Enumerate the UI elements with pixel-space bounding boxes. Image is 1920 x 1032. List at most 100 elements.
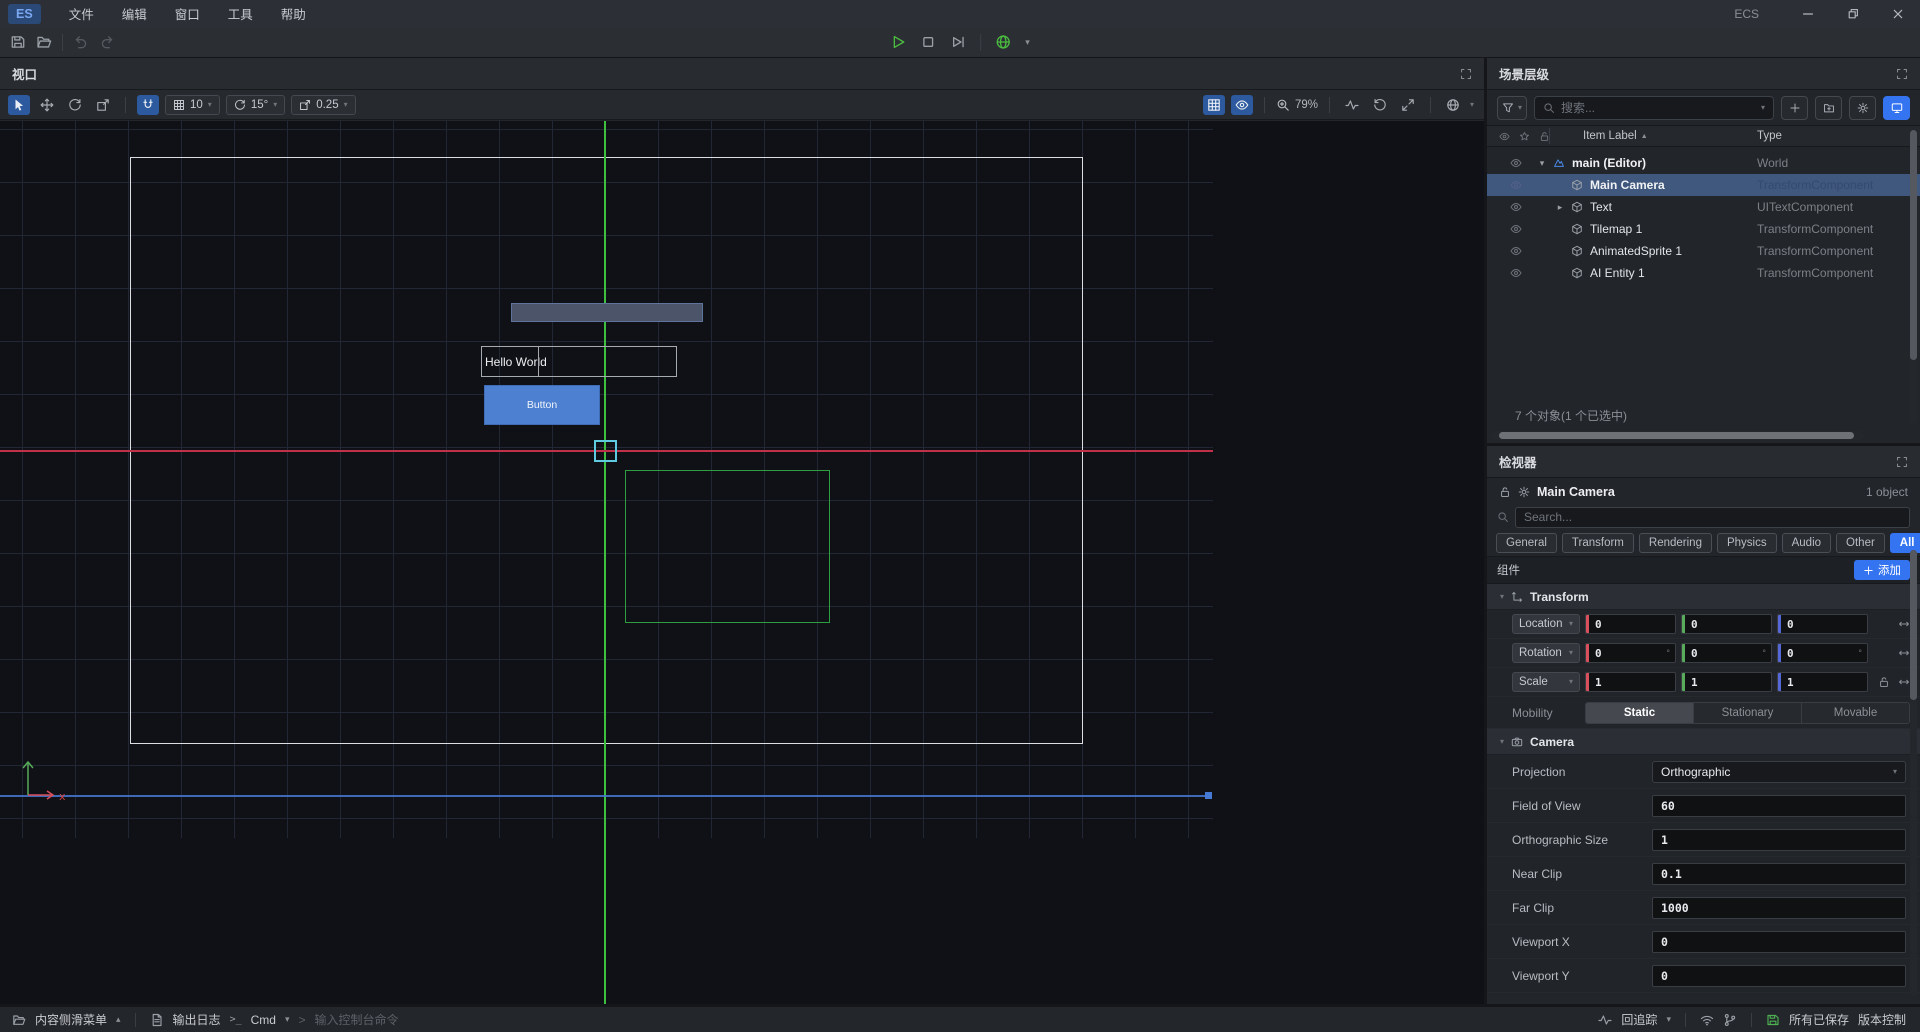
mobility-option-static[interactable]: Static bbox=[1586, 703, 1693, 723]
zoom-control[interactable]: 79% bbox=[1276, 98, 1318, 112]
inspector-vertical-scrollbar[interactable] bbox=[1910, 550, 1917, 996]
visibility-eye-icon[interactable] bbox=[1509, 201, 1523, 213]
app-logo[interactable]: ES bbox=[8, 4, 41, 24]
add-entity-button[interactable] bbox=[1781, 96, 1808, 120]
tab-rendering[interactable]: Rendering bbox=[1639, 533, 1712, 553]
close-button[interactable] bbox=[1875, 0, 1920, 27]
fullscreen-button[interactable] bbox=[1397, 95, 1419, 115]
expand-chevron-icon[interactable]: ▾ bbox=[1535, 158, 1549, 169]
cmd-label[interactable]: Cmd bbox=[251, 1013, 276, 1027]
far-clip-input[interactable]: 1000 bbox=[1652, 897, 1906, 919]
content-drawer-icon[interactable] bbox=[12, 1013, 26, 1027]
menu--[interactable]: 编辑 bbox=[108, 4, 161, 23]
visibility-column-icon[interactable] bbox=[1499, 131, 1510, 142]
branch-icon[interactable] bbox=[1723, 1013, 1737, 1027]
visibility-eye-icon[interactable] bbox=[1509, 223, 1523, 235]
scale-snap-dropdown[interactable]: 0.25 ▾ bbox=[291, 95, 355, 115]
rotation-dropdown[interactable]: Rotation▾ bbox=[1512, 643, 1580, 663]
hierarchy-row[interactable]: Main CameraTransformComponent bbox=[1487, 174, 1920, 196]
expand-panel-icon[interactable] bbox=[1460, 68, 1472, 80]
text-entity[interactable]: Hello World bbox=[481, 346, 677, 377]
version-control-label[interactable]: 版本控制 bbox=[1858, 1011, 1906, 1028]
expand-panel-icon[interactable] bbox=[1896, 456, 1908, 468]
tilemap-bounds-rect[interactable] bbox=[625, 470, 830, 623]
item-label-column[interactable]: Item Label ▲ bbox=[1583, 130, 1648, 142]
location-z-input[interactable]: 0 bbox=[1777, 614, 1868, 634]
rotation-snap-dropdown[interactable]: 15° ▾ bbox=[226, 95, 285, 115]
field-of-view-input[interactable]: 60 bbox=[1652, 795, 1906, 817]
viewport-x-input[interactable]: 0 bbox=[1652, 931, 1906, 953]
hierarchy-row[interactable]: AnimatedSprite 1TransformComponent bbox=[1487, 240, 1920, 262]
lock-inspector-icon[interactable] bbox=[1499, 486, 1511, 498]
snap-toggle-button[interactable] bbox=[137, 95, 159, 115]
tab-all[interactable]: All bbox=[1890, 533, 1920, 553]
scrollbar-thumb[interactable] bbox=[1910, 550, 1917, 700]
world-options-button[interactable] bbox=[1442, 95, 1464, 115]
object-settings-icon[interactable] bbox=[1518, 486, 1530, 498]
hierarchy-row[interactable]: ▸TextUITextComponent bbox=[1487, 196, 1920, 218]
chevron-down-icon[interactable]: ▾ bbox=[1666, 1015, 1671, 1024]
tab-other[interactable]: Other bbox=[1836, 533, 1885, 553]
console-command-placeholder[interactable]: 输入控制台命令 bbox=[315, 1011, 399, 1028]
hierarchy-row[interactable]: Tilemap 1TransformComponent bbox=[1487, 218, 1920, 240]
camera-section-header[interactable]: ▾ Camera bbox=[1487, 729, 1920, 755]
add-component-button[interactable]: 添加 bbox=[1854, 560, 1910, 580]
orthographic-size-input[interactable]: 1 bbox=[1652, 829, 1906, 851]
move-tool-button[interactable] bbox=[36, 95, 58, 115]
rotation-x-input[interactable]: 0° bbox=[1585, 643, 1676, 663]
favorite-column-icon[interactable] bbox=[1519, 131, 1530, 142]
rotation-y-input[interactable]: 0° bbox=[1681, 643, 1772, 663]
step-frame-button[interactable] bbox=[950, 34, 966, 50]
maximize-button[interactable] bbox=[1830, 0, 1875, 27]
scrollbar-thumb[interactable] bbox=[1910, 130, 1917, 360]
hierarchy-vertical-scrollbar[interactable] bbox=[1910, 128, 1917, 424]
link-axes-icon[interactable] bbox=[1898, 676, 1910, 688]
minimize-button[interactable] bbox=[1785, 0, 1830, 27]
scale-dropdown[interactable]: Scale▾ bbox=[1512, 672, 1580, 692]
content-drawer-label[interactable]: 内容侧滑菜单 bbox=[35, 1011, 107, 1028]
scale-y-input[interactable]: 1 bbox=[1681, 672, 1772, 692]
open-button[interactable] bbox=[36, 34, 52, 50]
network-icon[interactable] bbox=[1700, 1013, 1714, 1027]
menu--[interactable]: 工具 bbox=[214, 4, 267, 23]
chevron-up-icon[interactable]: ▴ bbox=[116, 1015, 121, 1024]
undo-button[interactable] bbox=[73, 34, 89, 50]
scale-x-input[interactable]: 1 bbox=[1585, 672, 1676, 692]
panel-entity[interactable] bbox=[511, 303, 703, 322]
scrollbar-thumb[interactable] bbox=[1499, 432, 1854, 439]
menu--[interactable]: 文件 bbox=[55, 4, 108, 23]
tab-audio[interactable]: Audio bbox=[1782, 533, 1831, 553]
projection-dropdown[interactable]: Orthographic▾ bbox=[1652, 761, 1906, 783]
redo-button[interactable] bbox=[99, 34, 115, 50]
show-grid-button[interactable] bbox=[1203, 95, 1225, 115]
hierarchy-settings-button[interactable] bbox=[1849, 96, 1876, 120]
hierarchy-search-input[interactable] bbox=[1561, 101, 1755, 115]
type-column[interactable]: Type bbox=[1757, 130, 1782, 142]
scale-tool-button[interactable] bbox=[92, 95, 114, 115]
scale-z-input[interactable]: 1 bbox=[1777, 672, 1868, 692]
hierarchy-search[interactable]: ▾ bbox=[1534, 96, 1774, 120]
visibility-eye-icon[interactable] bbox=[1509, 179, 1523, 191]
output-log-icon[interactable] bbox=[150, 1013, 164, 1027]
link-axes-icon[interactable] bbox=[1898, 647, 1910, 659]
viewport-link-button[interactable] bbox=[1883, 96, 1910, 120]
chevron-down-icon[interactable]: ▾ bbox=[1470, 101, 1474, 109]
select-tool-button[interactable] bbox=[8, 95, 30, 115]
lock-icon[interactable] bbox=[1878, 676, 1890, 688]
run-mode-globe-button[interactable] bbox=[995, 34, 1011, 50]
backtrace-label[interactable]: 回追踪 bbox=[1621, 1011, 1657, 1028]
backtrace-icon[interactable] bbox=[1598, 1013, 1612, 1027]
reset-view-button[interactable] bbox=[1369, 95, 1391, 115]
menu--[interactable]: 窗口 bbox=[161, 4, 214, 23]
stop-button[interactable] bbox=[920, 34, 936, 50]
hierarchy-horizontal-scrollbar[interactable] bbox=[1491, 431, 1864, 440]
chevron-down-icon[interactable]: ▾ bbox=[285, 1015, 290, 1024]
grid-snap-dropdown[interactable]: 10 ▾ bbox=[165, 95, 220, 115]
visibility-eye-icon[interactable] bbox=[1509, 245, 1523, 257]
transform-section-header[interactable]: ▾ Transform bbox=[1487, 584, 1920, 610]
expand-chevron-icon[interactable]: ▸ bbox=[1553, 202, 1567, 213]
visibility-eye-icon[interactable] bbox=[1509, 267, 1523, 279]
inspector-search-box[interactable] bbox=[1515, 507, 1910, 528]
save-button[interactable] bbox=[10, 34, 26, 50]
visibility-eye-icon[interactable] bbox=[1509, 157, 1523, 169]
